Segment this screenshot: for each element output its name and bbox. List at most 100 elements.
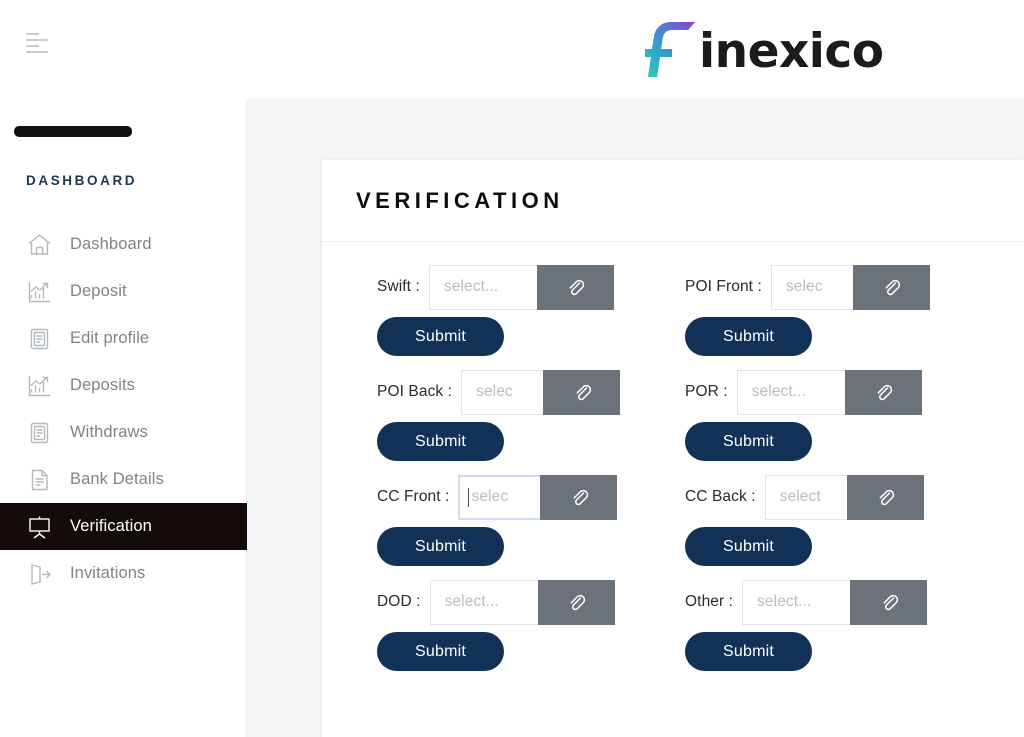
field-label-dod: DOD : bbox=[377, 593, 421, 610]
field-line: POI Front : selec bbox=[685, 264, 1024, 310]
card-header: VERIFICATION bbox=[322, 160, 1024, 242]
brand-wordmark: inexico bbox=[699, 24, 884, 79]
attach-button-cc-back[interactable] bbox=[846, 474, 924, 520]
file-input-placeholder: select... bbox=[444, 593, 499, 610]
hamburger-menu-icon[interactable] bbox=[26, 33, 52, 59]
sidebar-item-deposits[interactable]: Deposits bbox=[0, 362, 247, 409]
paperclip-icon bbox=[576, 384, 591, 401]
submit-button-cc-back[interactable]: Submit bbox=[685, 527, 812, 566]
file-input-poi-back[interactable]: selec bbox=[461, 369, 544, 415]
presentation-icon bbox=[24, 512, 54, 542]
paperclip-icon bbox=[570, 594, 586, 611]
field-line: DOD : select... bbox=[377, 579, 637, 625]
paperclip-icon bbox=[573, 489, 589, 506]
attach-button-por[interactable] bbox=[844, 369, 922, 415]
text-caret bbox=[468, 487, 470, 507]
field-line: CC Front : selec bbox=[377, 474, 637, 520]
clipboard-icon bbox=[24, 324, 54, 354]
sidebar-username bbox=[14, 119, 132, 139]
submit-button-dod[interactable]: Submit bbox=[377, 632, 504, 671]
sidebar: DASHBOARD Dashboard Deposit Edit profile… bbox=[0, 99, 247, 737]
exit-door-icon bbox=[24, 559, 54, 589]
file-input-placeholder: selec bbox=[785, 278, 823, 295]
field-line: POI Back : selec bbox=[377, 369, 637, 415]
page-title: VERIFICATION bbox=[356, 188, 564, 213]
field-group-poi-back: POI Back : selec Submit bbox=[322, 369, 637, 474]
field-line: Other : select... bbox=[685, 579, 1024, 625]
paperclip-icon bbox=[569, 279, 585, 296]
file-input-cc-back[interactable]: select bbox=[764, 474, 847, 520]
file-input-placeholder: select... bbox=[757, 593, 812, 610]
form-row: CC Front : selec Submit CC Back: select… bbox=[322, 474, 1024, 579]
submit-button-poi-front[interactable]: Submit bbox=[685, 317, 812, 356]
file-input-other[interactable]: select... bbox=[742, 579, 851, 625]
attach-button-other[interactable] bbox=[850, 579, 928, 625]
field-group-cc-back: CC Back : select Submit bbox=[637, 474, 1024, 579]
file-control-swift: select... bbox=[428, 264, 614, 310]
sidebar-item-invitations[interactable]: Invitations bbox=[0, 550, 247, 597]
sidebar-item-label: Deposits bbox=[70, 376, 135, 394]
sidebar-item-edit-profile[interactable]: Edit profile bbox=[0, 315, 247, 362]
field-label-cc-front: CC Front : bbox=[377, 488, 450, 505]
paperclip-icon bbox=[883, 594, 898, 611]
field-group-other: Other : select... Submit bbox=[637, 579, 1024, 684]
clipboard-icon bbox=[24, 418, 54, 448]
paperclip-icon bbox=[885, 279, 901, 296]
file-control-poi-front: selec bbox=[770, 264, 930, 310]
submit-button-poi-back[interactable]: Submit bbox=[377, 422, 504, 461]
file-input-por[interactable]: select... bbox=[736, 369, 845, 415]
attach-button-dod[interactable] bbox=[537, 579, 615, 625]
field-line: Swift : select... bbox=[377, 264, 637, 310]
form-row: POI Back : selec Submit POR: select... … bbox=[322, 369, 1024, 474]
file-input-cc-front[interactable]: selec bbox=[458, 474, 541, 520]
sidebar-item-label: Bank Details bbox=[70, 470, 164, 488]
sidebar-item-dashboard[interactable]: Dashboard bbox=[0, 221, 247, 268]
brand-logo[interactable]: inexico bbox=[645, 12, 884, 82]
sidebar-nav: Dashboard Deposit Edit profile Deposits … bbox=[0, 221, 247, 597]
sidebar-item-verification[interactable]: Verification bbox=[0, 503, 247, 550]
top-header-bar: inexico bbox=[0, 0, 1024, 99]
field-label-swift: Swift : bbox=[377, 278, 420, 295]
field-group-por: POR : select... Submit bbox=[637, 369, 1024, 474]
username-redaction-bar bbox=[14, 126, 132, 137]
file-input-placeholder: select... bbox=[751, 383, 807, 400]
field-label-poi-front: POI Front : bbox=[685, 278, 762, 295]
attach-button-cc-front[interactable] bbox=[540, 474, 618, 520]
field-group-cc-front: CC Front : selec Submit bbox=[322, 474, 637, 579]
file-control-other: select... bbox=[742, 579, 928, 625]
sidebar-item-label: Withdraws bbox=[70, 423, 148, 441]
submit-button-other[interactable]: Submit bbox=[685, 632, 812, 671]
submit-button-cc-front[interactable]: Submit bbox=[377, 527, 504, 566]
paperclip-icon bbox=[879, 489, 895, 506]
file-control-por: select... bbox=[736, 369, 922, 415]
page-body: DASHBOARD Dashboard Deposit Edit profile… bbox=[0, 99, 1024, 737]
file-input-poi-front[interactable]: selec bbox=[770, 264, 853, 310]
form-row: DOD : select... Submit Other: select...… bbox=[322, 579, 1024, 684]
file-input-swift[interactable]: select... bbox=[428, 264, 537, 310]
file-input-placeholder: select bbox=[779, 488, 821, 505]
field-label-poi-back: POI Back : bbox=[377, 383, 453, 400]
file-control-dod: select... bbox=[429, 579, 615, 625]
hamburger-line bbox=[26, 51, 48, 53]
sidebar-item-deposit[interactable]: Deposit bbox=[0, 268, 247, 315]
sidebar-item-label: Dashboard bbox=[70, 235, 152, 253]
home-icon bbox=[24, 230, 54, 260]
field-group-poi-front: POI Front : selec Submit bbox=[637, 264, 1024, 369]
field-group-dod: DOD : select... Submit bbox=[322, 579, 637, 684]
hamburger-line bbox=[26, 45, 39, 47]
file-input-placeholder: select... bbox=[443, 278, 499, 295]
attach-button-swift[interactable] bbox=[536, 264, 614, 310]
sidebar-item-withdraws[interactable]: Withdraws bbox=[0, 409, 247, 456]
app-root: inexico DASHBOARD Dashboard Deposit Edit… bbox=[0, 0, 1024, 737]
finexico-f-logo-icon bbox=[645, 22, 695, 77]
submit-button-por[interactable]: Submit bbox=[685, 422, 812, 461]
form-row: Swift : select... Submit POI Front: sel… bbox=[322, 264, 1024, 369]
sidebar-section-title: DASHBOARD bbox=[26, 173, 138, 188]
sidebar-item-label: Verification bbox=[70, 517, 152, 535]
attach-button-poi-front[interactable] bbox=[852, 264, 930, 310]
file-control-cc-front: selec bbox=[458, 474, 618, 520]
file-input-dod[interactable]: select... bbox=[429, 579, 538, 625]
submit-button-swift[interactable]: Submit bbox=[377, 317, 504, 356]
sidebar-item-bank-details[interactable]: Bank Details bbox=[0, 456, 247, 503]
attach-button-poi-back[interactable] bbox=[543, 369, 621, 415]
